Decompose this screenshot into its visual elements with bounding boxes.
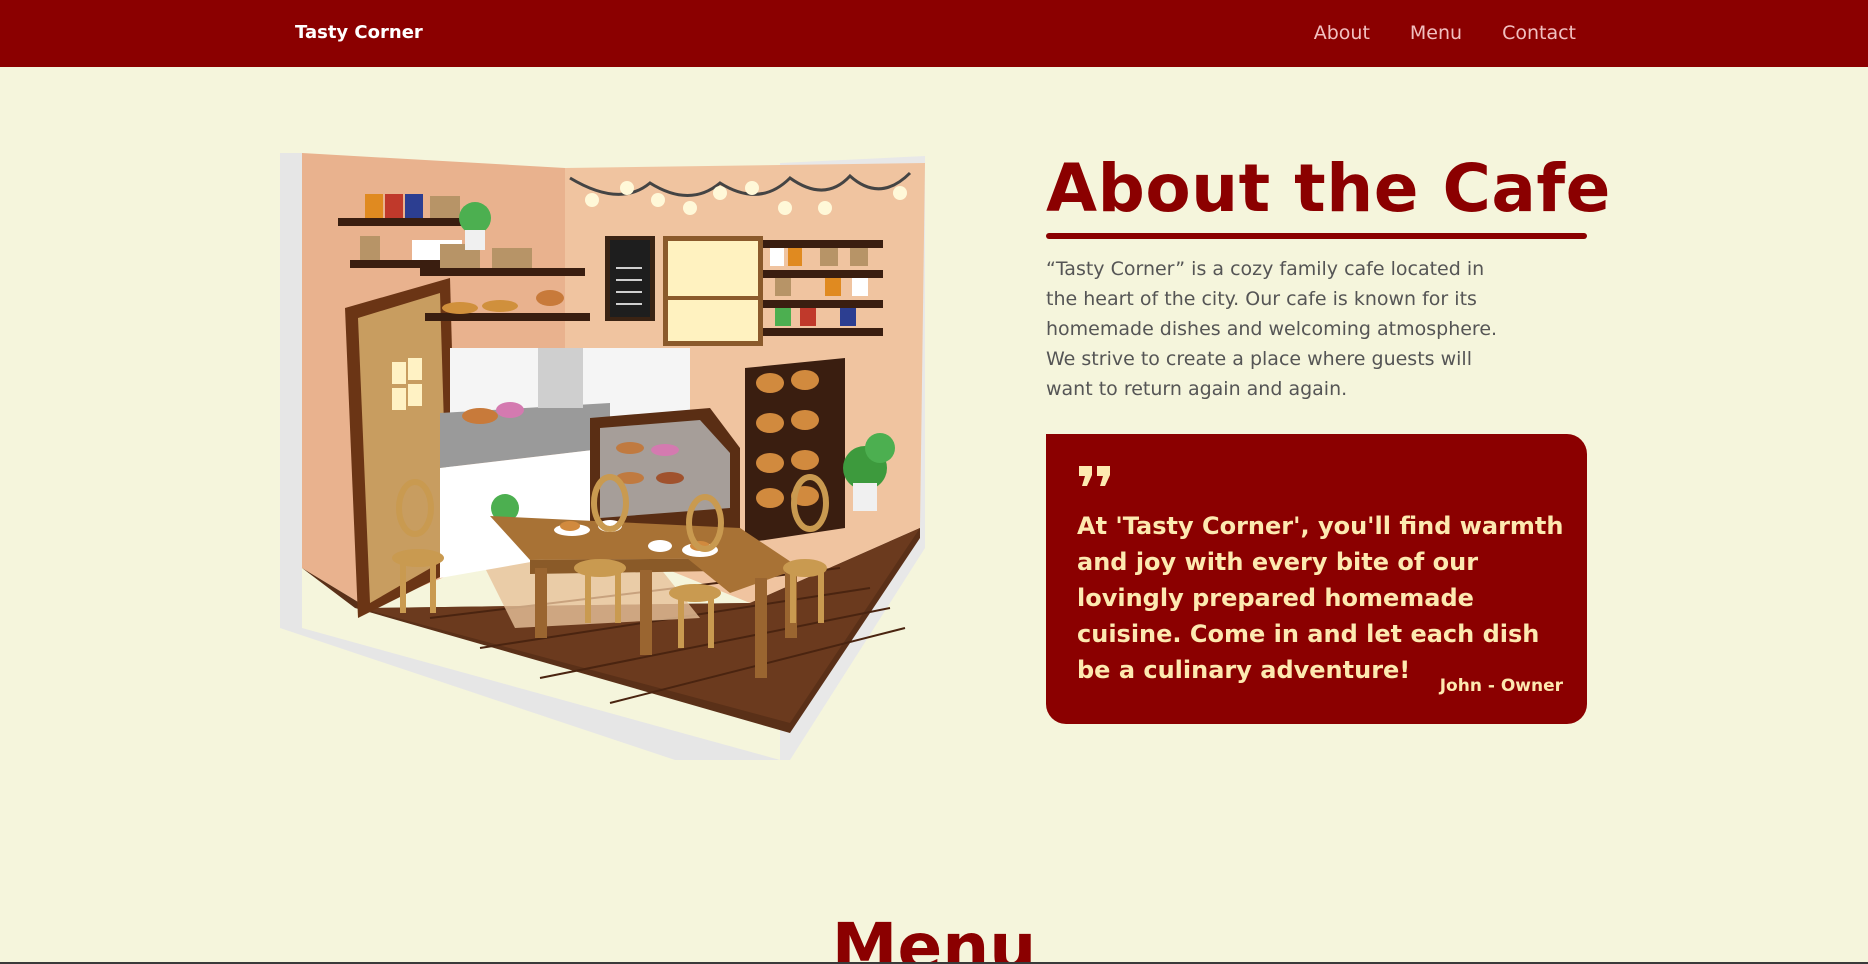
menu-section-heading: Menu [831, 909, 1037, 964]
navbar: Tasty Corner About Menu Contact [0, 0, 1868, 67]
nav-link-menu[interactable]: Menu [1410, 22, 1462, 44]
cafe-illustration [280, 148, 930, 768]
title-underline [1046, 233, 1587, 239]
nav-link-about[interactable]: About [1314, 22, 1370, 44]
quote-mark-icon [1079, 466, 1110, 486]
testimonial-card: At 'Tasty Corner', you'll find warmth an… [1046, 434, 1587, 724]
brand-logo-link[interactable]: Tasty Corner [295, 22, 423, 43]
about-description: “Tasty Corner” is a cozy family cafe loc… [1046, 258, 1498, 400]
about-title: About the Cafe [1046, 150, 1611, 227]
nav-link-contact[interactable]: Contact [1502, 22, 1576, 44]
nav-links: About Menu Contact [1314, 22, 1576, 44]
testimonial-quote-text: At 'Tasty Corner', you'll find warmth an… [1077, 512, 1564, 684]
testimonial-author: John - Owner [1439, 676, 1563, 696]
